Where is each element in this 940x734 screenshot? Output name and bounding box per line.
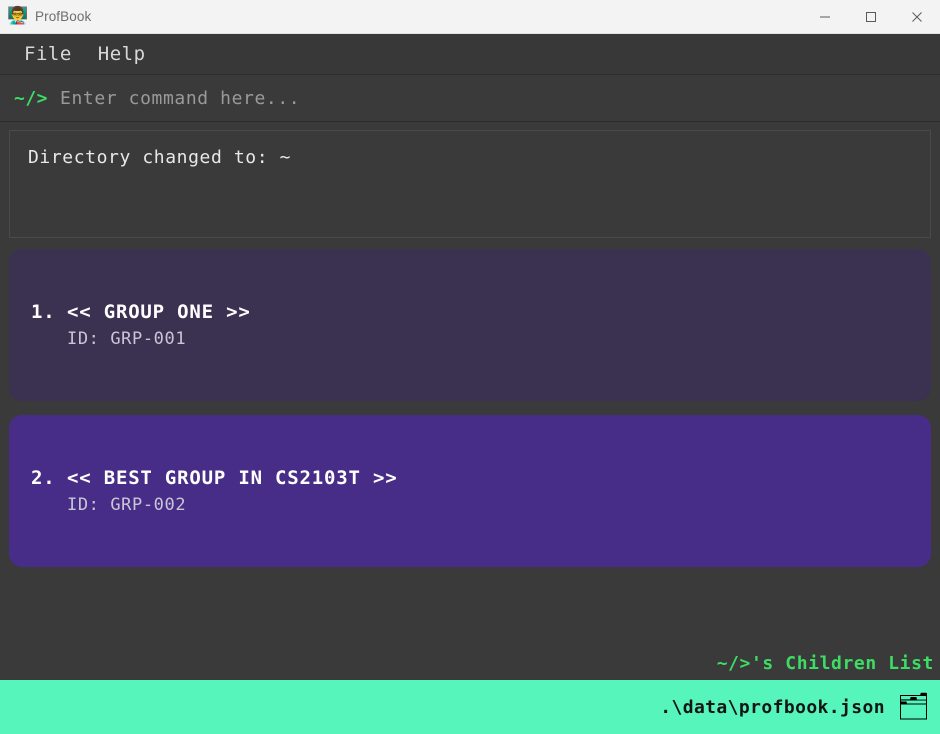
card-title-row: 2. << BEST GROUP IN CS2103T >>	[31, 467, 909, 489]
menu-item-help[interactable]: Help	[90, 40, 154, 68]
command-input[interactable]	[60, 87, 926, 109]
window-controls	[802, 0, 940, 33]
children-list-label: ~/>'s Children List	[702, 647, 940, 680]
card-name: << BEST GROUP IN CS2103T >>	[67, 467, 398, 489]
window-title: ProfBook	[35, 9, 92, 24]
title-bar: 👨‍🏫 ProfBook	[0, 0, 940, 34]
menu-item-file[interactable]: File	[16, 40, 80, 68]
profbook-window: 👨‍🏫 ProfBook File Help ~/> Directory cha…	[0, 0, 940, 734]
title-bar-left: 👨‍🏫 ProfBook	[0, 0, 802, 33]
card-title-row: 1. << GROUP ONE >>	[31, 301, 909, 323]
card-id: ID: GRP-001	[67, 329, 187, 349]
professor-icon: 👨‍🏫	[7, 6, 29, 26]
maximize-icon[interactable]	[848, 0, 894, 33]
list-item[interactable]: 1. << GROUP ONE >> ID: GRP-001	[9, 249, 931, 401]
card-id: ID: GRP-002	[67, 495, 187, 515]
card-index: 1.	[31, 301, 56, 323]
card-index: 2.	[31, 467, 56, 489]
status-bar: .\data\profbook.json 🗂	[0, 680, 940, 734]
result-display-box: Directory changed to: ~	[9, 130, 931, 238]
result-text: Directory changed to: ~	[28, 147, 292, 168]
card-index-dividers-icon: 🗂	[896, 692, 930, 722]
list-item[interactable]: 2. << BEST GROUP IN CS2103T >> ID: GRP-0…	[9, 415, 931, 567]
menu-bar: File Help	[0, 34, 940, 75]
close-icon[interactable]	[894, 0, 940, 33]
minimize-icon[interactable]	[802, 0, 848, 33]
save-location-path: .\data\profbook.json	[660, 696, 885, 718]
result-display-wrapper: Directory changed to: ~	[0, 122, 940, 238]
command-bar: ~/>	[0, 75, 940, 122]
prompt-label: ~/>	[14, 87, 49, 109]
card-name: << GROUP ONE >>	[67, 301, 251, 323]
children-list-area[interactable]: 1. << GROUP ONE >> ID: GRP-001 2. << BES…	[0, 238, 940, 680]
